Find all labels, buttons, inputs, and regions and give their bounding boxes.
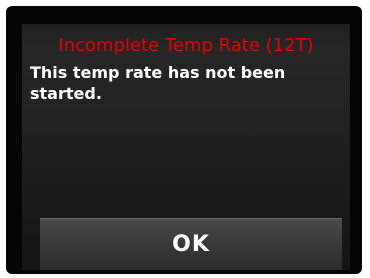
- alert-title: Incomplete Temp Rate (12T): [58, 35, 314, 56]
- ok-button-label: OK: [172, 232, 210, 257]
- ok-button[interactable]: OK: [40, 218, 342, 270]
- alert-screen: Incomplete Temp Rate (12T) This temp rat…: [22, 24, 350, 270]
- pump-device: Incomplete Temp Rate (12T) This temp rat…: [0, 0, 370, 278]
- alert-message: This temp rate has not been started.: [30, 63, 286, 103]
